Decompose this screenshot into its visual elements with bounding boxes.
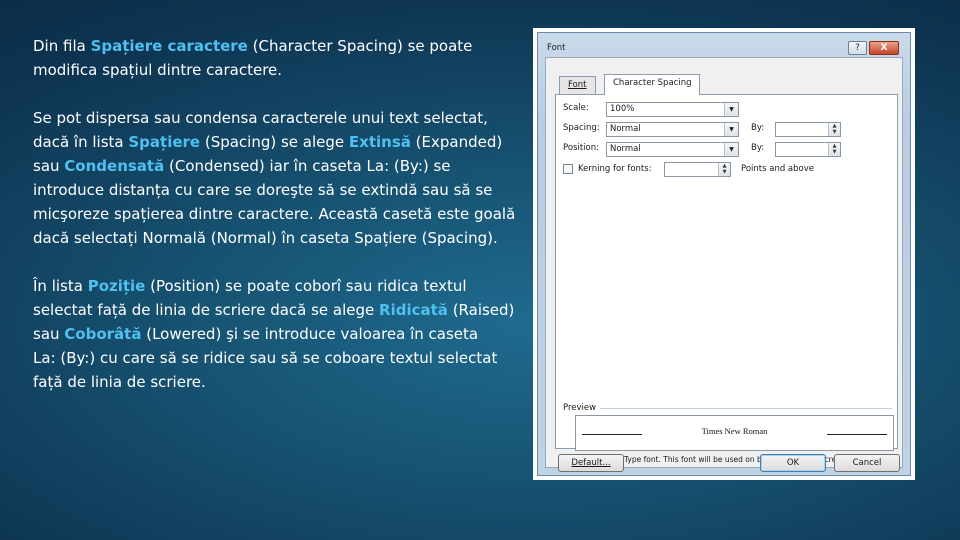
position-label: Position: (563, 143, 599, 153)
preview-label: Preview (563, 403, 597, 413)
paragraph-position: În lista Poziție (Position) se poate cob… (33, 274, 518, 394)
kerning-checkbox[interactable] (563, 164, 573, 174)
ok-button[interactable]: OK (760, 454, 826, 472)
highlighted-term: Spațiere caractere (90, 37, 248, 55)
tab-font-label: Font (568, 80, 587, 90)
font-dialog: Font ? X Font Character Spacing Scale: 1… (537, 32, 911, 476)
chevron-down-icon: ▼ (724, 143, 738, 156)
spacing-by-input[interactable]: ▲ ▼ (775, 122, 841, 137)
help-button[interactable]: ? (848, 41, 867, 55)
spin-arrows-icon: ▲ ▼ (828, 143, 840, 156)
chevron-down-icon: ▼ (724, 103, 738, 116)
position-value: Normal (610, 144, 641, 154)
highlighted-term: Spațiere (128, 133, 201, 151)
close-button[interactable]: X (869, 41, 899, 55)
scale-value: 100% (610, 104, 635, 114)
spacing-value: Normal (610, 124, 641, 134)
spacing-by-label: By: (751, 123, 765, 133)
kerning-label: Kerning for fonts: (578, 164, 652, 174)
preview-box: Times New Roman (575, 415, 894, 451)
highlighted-term: Ridicată (379, 301, 448, 319)
highlighted-term: Coborâtă (64, 325, 142, 343)
default-button-label: Default... (571, 458, 611, 468)
scale-label: Scale: (563, 103, 589, 113)
position-by-input[interactable]: ▲ ▼ (775, 142, 841, 157)
dialog-title: Font (547, 43, 566, 53)
default-button[interactable]: Default... (558, 454, 624, 472)
spacing-label: Spacing: (563, 123, 600, 133)
position-select[interactable]: Normal ▼ (606, 142, 739, 157)
cancel-button[interactable]: Cancel (834, 454, 900, 472)
paragraph-text: În lista (33, 277, 88, 295)
spin-arrows-icon: ▲ ▼ (718, 163, 730, 176)
character-spacing-page: Scale: 100% ▼ Spacing: Normal ▼ By: ▲ ▼ P… (555, 94, 898, 464)
spacing-select[interactable]: Normal ▼ (606, 122, 739, 137)
paragraph-text: (Spacing) se alege (200, 133, 349, 151)
explanation-text: Din fila Spațiere caractere (Character S… (33, 34, 518, 418)
paragraph-text: Din fila (33, 37, 91, 55)
paragraph-spacing: Se pot dispersa sau condensa caracterele… (33, 106, 518, 250)
tab-character-spacing-label: Character Spacing (613, 78, 692, 88)
paragraph-intro: Din fila Spațiere caractere (Character S… (33, 34, 518, 82)
highlighted-term: Poziție (87, 277, 146, 295)
dialog-screenshot: Font ? X Font Character Spacing Scale: 1… (533, 28, 915, 480)
kerning-points-input[interactable]: ▲ ▼ (664, 162, 731, 177)
chevron-down-icon: ▼ (724, 123, 738, 136)
highlighted-term: Extinsă (348, 133, 411, 151)
highlighted-term: Condensată (64, 157, 165, 175)
title-bar: Font ? X (538, 33, 910, 55)
preview-divider (600, 408, 892, 409)
scale-select[interactable]: 100% ▼ (606, 102, 739, 117)
tab-character-spacing[interactable]: Character Spacing (604, 74, 701, 95)
kerning-suffix: Points and above (741, 164, 814, 174)
tab-font[interactable]: Font (559, 76, 596, 94)
spin-arrows-icon: ▲ ▼ (828, 123, 840, 136)
dialog-body: Font Character Spacing Scale: 100% ▼ Spa… (545, 57, 903, 472)
baseline-right (827, 434, 887, 435)
position-by-label: By: (751, 143, 765, 153)
